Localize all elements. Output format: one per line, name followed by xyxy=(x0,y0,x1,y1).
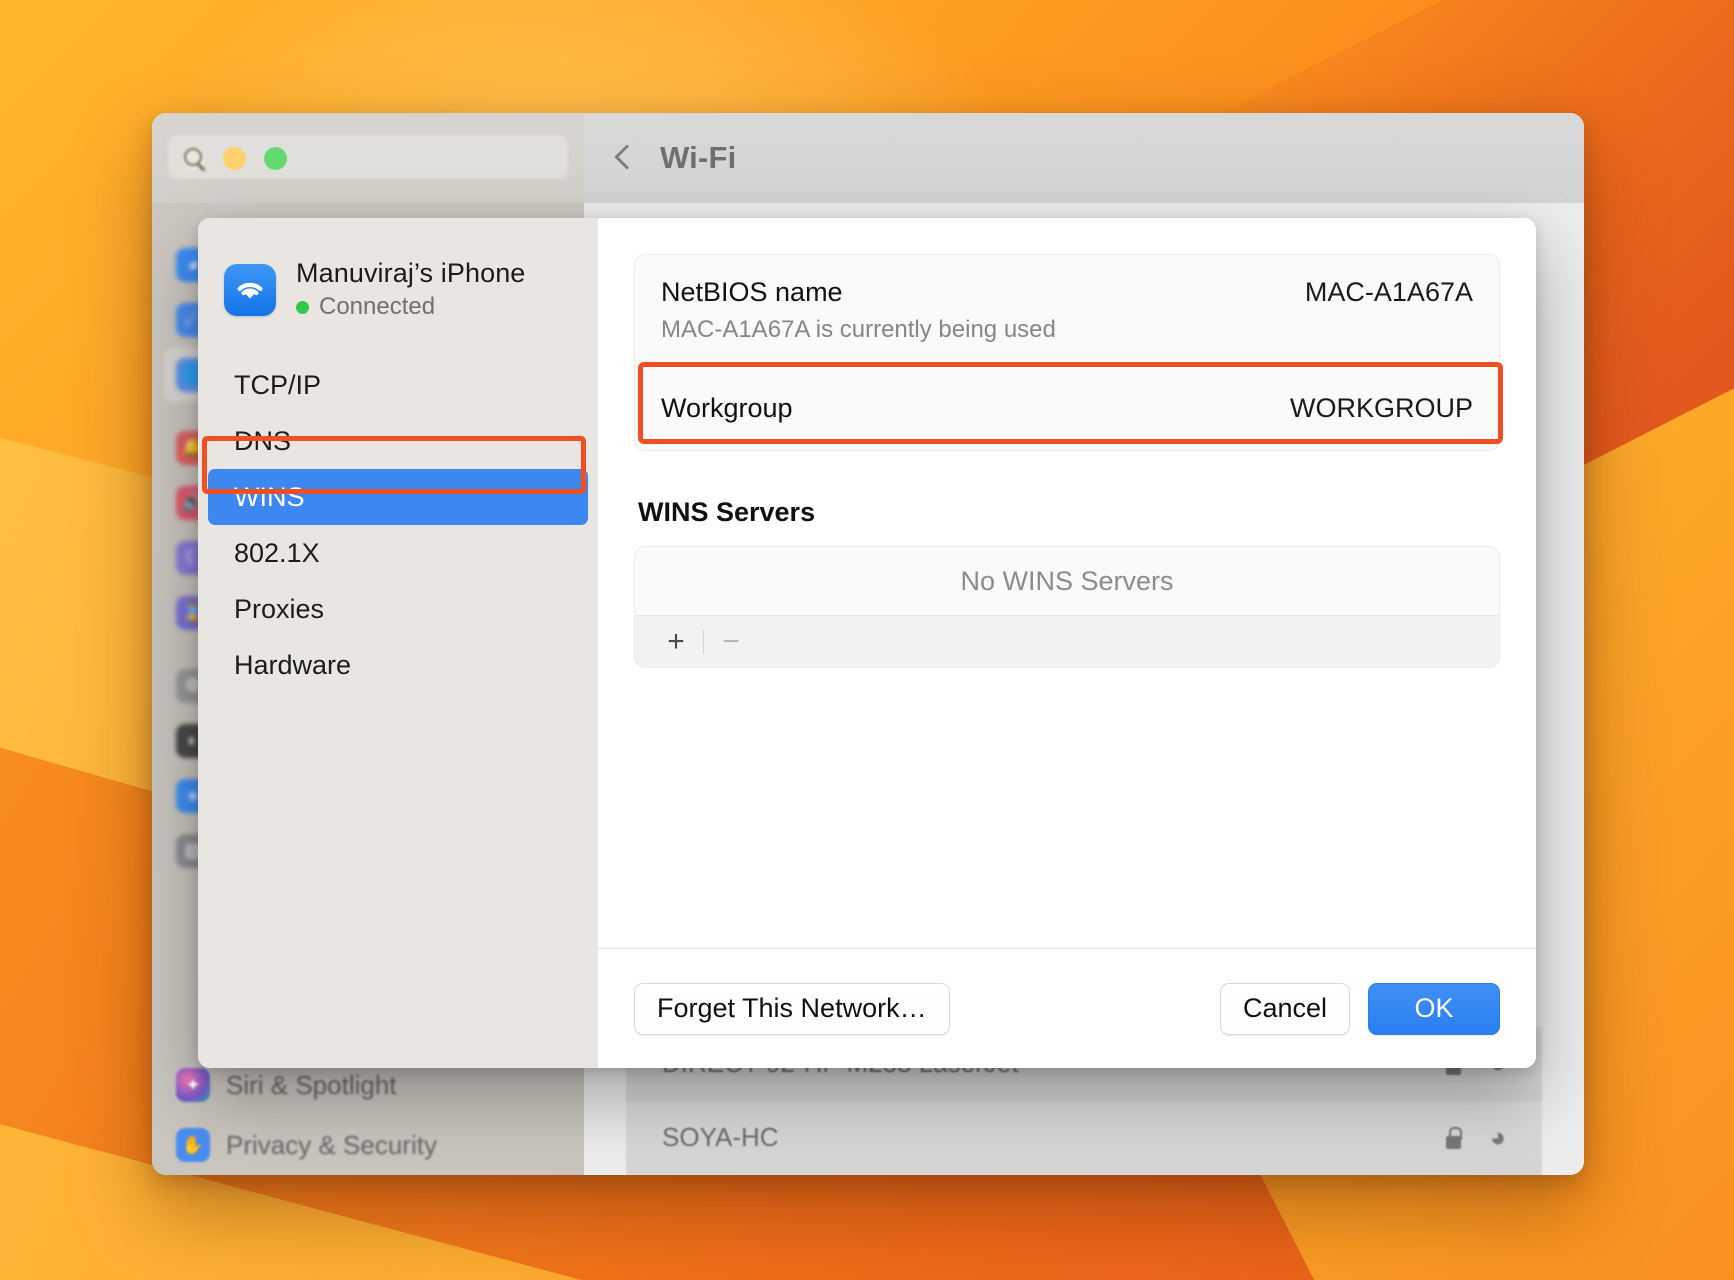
sidebar-item-label: Privacy & Security xyxy=(226,1129,437,1160)
connected-network-text: Manuviraj’s iPhone Connected xyxy=(296,258,525,321)
wifi-icon xyxy=(224,263,276,316)
netbios-name-label: NetBIOS name xyxy=(661,277,843,307)
status-badge: Connected xyxy=(319,293,436,320)
page-title: Wi-Fi xyxy=(660,140,737,175)
sidebar-bottom-items: ✦ Siri & Spotlight ✋ Privacy & Security xyxy=(152,1055,584,1175)
network-name: SOYA-HC xyxy=(662,1122,779,1152)
sheet-nav-item-tcpip[interactable]: TCP/IP xyxy=(208,357,588,413)
footer-actions: Cancel OK xyxy=(1219,982,1500,1035)
workgroup-row[interactable]: Workgroup WORKGROUP xyxy=(635,366,1499,450)
sheet-nav-list: TCP/IP DNS WINS 802.1X Proxies Hardware xyxy=(198,357,598,693)
forget-network-button[interactable]: Forget This Network… xyxy=(634,982,950,1035)
sheet-sidebar: Manuviraj’s iPhone Connected TCP/IP DNS … xyxy=(198,218,598,1068)
wins-fields-card: NetBIOS name MAC-A1A67A is currently bei… xyxy=(634,254,1500,451)
sheet-nav-item-label: 802.1X xyxy=(234,537,320,568)
sheet-nav-item-label: Hardware xyxy=(234,649,352,680)
sheet-nav-item-hardware[interactable]: Hardware xyxy=(208,637,588,693)
add-server-button[interactable]: + xyxy=(653,622,699,662)
sheet-nav-item-label: WINS xyxy=(234,481,305,512)
netbios-name-hint: MAC-A1A67A is currently being used xyxy=(661,316,1056,343)
sheet-footer: Forget This Network… Cancel OK xyxy=(598,948,1536,1068)
search-input[interactable] xyxy=(168,135,568,179)
sheet-nav-item-8021x[interactable]: 802.1X xyxy=(208,525,588,581)
network-list-item[interactable]: SOYA-HC ◕ xyxy=(626,1101,1542,1175)
chevron-left-icon[interactable] xyxy=(614,141,634,175)
network-name: Manuviraj’s iPhone xyxy=(296,258,526,288)
search-icon xyxy=(184,148,202,166)
wifi-details-sheet: Manuviraj’s iPhone Connected TCP/IP DNS … xyxy=(198,218,1536,1068)
wins-servers-toolbar: + − xyxy=(635,615,1499,667)
hand-icon: ✋ xyxy=(176,1128,210,1162)
sheet-nav-item-proxies[interactable]: Proxies xyxy=(208,581,588,637)
sidebar-item-label: Siri & Spotlight xyxy=(226,1069,397,1100)
siri-icon: ✦ xyxy=(176,1068,210,1102)
toolbar-divider xyxy=(703,629,704,654)
remove-server-button[interactable]: − xyxy=(708,622,754,662)
sheet-nav-item-label: TCP/IP xyxy=(234,369,322,400)
sidebar-item-privacy-and-security[interactable]: ✋ Privacy & Security xyxy=(152,1115,584,1175)
sheet-nav-item-label: Proxies xyxy=(234,593,325,624)
wins-servers-heading: WINS Servers xyxy=(638,497,816,527)
workgroup-label: Workgroup xyxy=(661,393,793,423)
status-dot-icon xyxy=(296,300,309,314)
cancel-button[interactable]: Cancel xyxy=(1219,982,1350,1035)
connected-network-header: Manuviraj’s iPhone Connected xyxy=(198,244,598,335)
netbios-name-row[interactable]: NetBIOS name MAC-A1A67A is currently bei… xyxy=(635,255,1499,366)
ok-button[interactable]: OK xyxy=(1368,982,1500,1035)
workgroup-value[interactable]: WORKGROUP xyxy=(1290,393,1473,424)
sheet-nav-item-dns[interactable]: DNS xyxy=(208,413,588,469)
network-status-row: Connected xyxy=(296,293,525,321)
wifi-icon: ◕ xyxy=(1489,1122,1506,1152)
lock-icon xyxy=(1445,1126,1462,1149)
sheet-nav-item-wins[interactable]: WINS xyxy=(208,469,588,525)
network-row-icons: ◕ xyxy=(1445,1124,1506,1151)
wins-servers-empty-text: No WINS Servers xyxy=(960,565,1174,596)
netbios-name-text: NetBIOS name MAC-A1A67A is currently bei… xyxy=(661,277,1056,344)
sheet-nav-item-label: DNS xyxy=(234,425,292,456)
sheet-body: NetBIOS name MAC-A1A67A is currently bei… xyxy=(598,218,1536,948)
netbios-name-value[interactable]: MAC-A1A67A xyxy=(1305,277,1473,308)
sheet-main-pane: NetBIOS name MAC-A1A67A is currently bei… xyxy=(598,218,1536,1068)
wins-servers-card: No WINS Servers + − xyxy=(634,546,1500,668)
content-toolbar: Wi-Fi xyxy=(584,113,1584,203)
